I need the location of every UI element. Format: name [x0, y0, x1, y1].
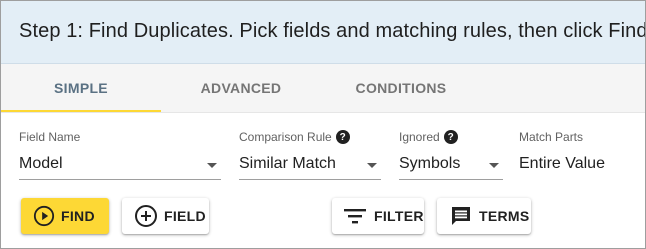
find-button-label: FIND: [61, 208, 95, 224]
match-parts-group: Match Parts Entire Value: [519, 129, 605, 172]
ignored-label: Ignored: [399, 130, 440, 144]
field-name-value: Model: [19, 155, 63, 172]
tab-simple[interactable]: SIMPLE: [1, 64, 161, 112]
ignored-value: Symbols: [399, 155, 461, 172]
help-icon[interactable]: ?: [335, 130, 350, 144]
play-circle-icon: [33, 205, 55, 227]
match-parts-value: Entire Value: [519, 155, 605, 172]
comparison-rule-label: Comparison Rule: [239, 130, 332, 144]
step-title: Step 1: Find Duplicates. Pick fields and…: [19, 20, 646, 42]
chevron-down-icon: [489, 163, 499, 168]
find-button[interactable]: FIND: [21, 198, 109, 234]
chevron-down-icon: [207, 163, 217, 168]
active-tab-indicator: [1, 110, 161, 112]
find-duplicates-panel: Step 1: Find Duplicates. Pick fields and…: [0, 0, 646, 249]
step-header: Step 1: Find Duplicates. Pick fields and…: [1, 1, 646, 64]
ignored-label-row: Ignored ?: [399, 129, 458, 145]
tab-conditions-label: CONDITIONS: [355, 80, 447, 96]
filter-list-icon: [344, 207, 366, 225]
filter-button[interactable]: FILTER: [332, 198, 424, 234]
tab-bar: SIMPLE ADVANCED CONDITIONS: [1, 64, 645, 113]
comparison-rule-label-row: Comparison Rule ?: [239, 129, 350, 145]
comparison-rule-select[interactable]: Similar Match: [239, 152, 381, 180]
comparison-rule-value: Similar Match: [239, 155, 336, 172]
add-circle-icon: [134, 204, 158, 228]
comparison-rule-group: Comparison Rule ? Similar Match: [239, 129, 381, 180]
terms-button-label: TERMS: [479, 208, 530, 224]
message-icon: [449, 204, 473, 228]
field-name-group: Field Name Model: [19, 129, 221, 180]
ignored-group: Ignored ? Symbols: [399, 129, 503, 180]
filter-button-label: FILTER: [374, 208, 424, 224]
help-icon[interactable]: ?: [443, 130, 458, 144]
match-parts-label: Match Parts: [519, 130, 584, 144]
chevron-down-icon: [367, 163, 377, 168]
field-name-label: Field Name: [19, 130, 81, 144]
tab-conditions[interactable]: CONDITIONS: [321, 64, 481, 112]
tab-simple-label: SIMPLE: [54, 80, 108, 96]
add-field-button[interactable]: FIELD: [122, 198, 209, 234]
ignored-select[interactable]: Symbols: [399, 152, 503, 180]
tab-advanced[interactable]: ADVANCED: [161, 64, 321, 112]
field-name-select[interactable]: Model: [19, 152, 221, 180]
tab-advanced-label: ADVANCED: [200, 80, 282, 96]
terms-button[interactable]: TERMS: [437, 198, 531, 234]
add-field-button-label: FIELD: [164, 208, 206, 224]
match-parts-select[interactable]: Entire Value: [519, 152, 645, 180]
